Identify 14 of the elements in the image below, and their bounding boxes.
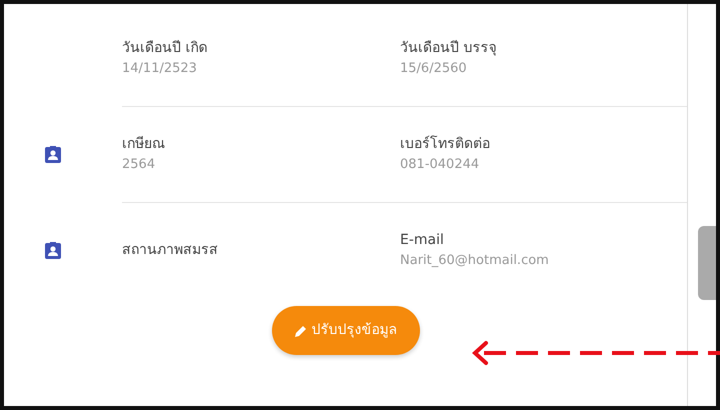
field-label: วันเดือนปี บรรจุ (400, 38, 498, 58)
field-value: 15/6/2560 (400, 60, 468, 78)
field-value: 081-040244 (400, 156, 480, 174)
field-value: 14/11/2523 (122, 60, 198, 78)
field-label: วันเดือนปี เกิด (122, 38, 208, 58)
field-label: สถานภาพสมรส (122, 241, 219, 260)
field-label: E-mail (400, 231, 445, 250)
field-value: 2564 (122, 156, 156, 174)
field-label: เกษียณ (122, 135, 166, 154)
update-button[interactable]: ปรับปรุงข้อมูล (272, 306, 420, 355)
scrollbar-thumb[interactable] (698, 226, 716, 300)
field-label: เบอร์โทรติดต่อ (400, 134, 491, 154)
pencil-icon (294, 324, 308, 338)
field-value: Narit_60@hotmail.com (400, 252, 550, 270)
